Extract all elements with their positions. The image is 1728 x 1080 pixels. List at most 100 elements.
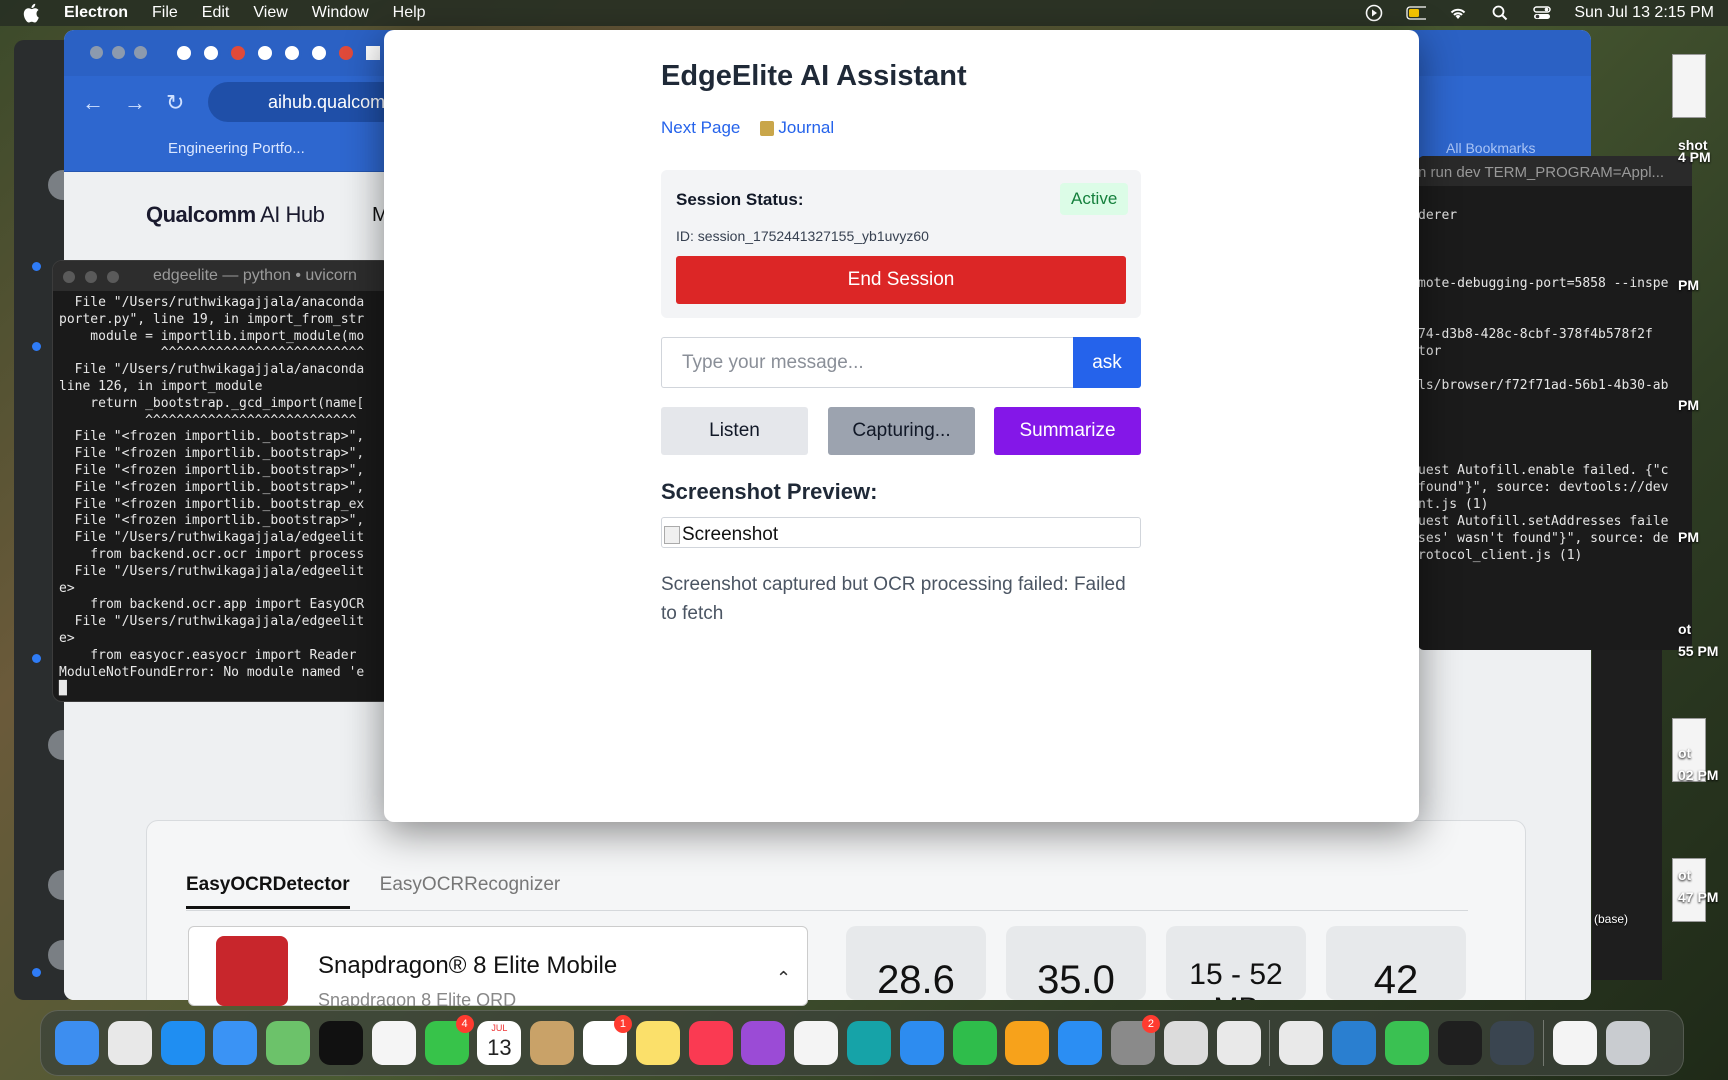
- model-tabs: EasyOCRDetector EasyOCRRecognizer: [186, 874, 560, 909]
- dock-trash-icon[interactable]: [1605, 1021, 1650, 1065]
- dock-safari-icon[interactable]: [160, 1021, 205, 1065]
- message-row: ask: [661, 337, 1141, 388]
- listen-button[interactable]: Listen: [661, 407, 808, 455]
- desktop-file-label[interactable]: PM: [1678, 396, 1699, 414]
- menu-help[interactable]: Help: [393, 4, 426, 22]
- apple-icon[interactable]: [22, 3, 44, 23]
- dock-maps-icon[interactable]: [266, 1021, 311, 1065]
- dock-notes-icon[interactable]: [635, 1021, 680, 1065]
- journal-link[interactable]: Journal: [760, 118, 834, 138]
- menu-edit[interactable]: Edit: [202, 4, 230, 22]
- summarize-button[interactable]: Summarize: [994, 407, 1141, 455]
- wifi-icon[interactable]: [1448, 5, 1468, 21]
- dock-apple-tv-icon[interactable]: [318, 1021, 363, 1065]
- metric-compute-unit: 42 NPU: [1326, 926, 1466, 1000]
- dock-mail-icon[interactable]: [213, 1021, 258, 1065]
- desktop-file-label[interactable]: PM: [1678, 528, 1699, 546]
- reload-icon[interactable]: ↻: [166, 90, 184, 116]
- dock-chrome-icon[interactable]: [1279, 1021, 1324, 1065]
- dock-contacts-icon[interactable]: [530, 1021, 575, 1065]
- dock-terminal-icon[interactable]: [1437, 1021, 1482, 1065]
- dock-documents-icon[interactable]: [1552, 1021, 1597, 1065]
- tab-easyocr-recognizer[interactable]: EasyOCRRecognizer: [380, 874, 561, 909]
- dock-pages-icon[interactable]: [1005, 1021, 1050, 1065]
- dock-electron-icon[interactable]: [1490, 1021, 1535, 1065]
- play-icon[interactable]: [1364, 4, 1384, 22]
- page-title: EdgeElite AI Assistant: [661, 60, 967, 92]
- dock: 4 JUL 13 1 2: [40, 1010, 1684, 1076]
- journal-icon: [760, 120, 775, 136]
- unread-dot: [32, 654, 41, 663]
- dock-facetime-icon[interactable]: 4: [424, 1015, 474, 1065]
- menubar-clock[interactable]: Sun Jul 13 2:15 PM: [1574, 4, 1714, 22]
- dock-podcasts-icon[interactable]: [741, 1021, 786, 1065]
- device-subtitle: Snapdragon 8 Elite QRD: [318, 990, 517, 1006]
- journal-link-label: Journal: [778, 118, 835, 137]
- qualcomm-logo[interactable]: Qualcomm AI Hub: [146, 202, 325, 228]
- search-icon[interactable]: [1490, 5, 1510, 21]
- battery-icon[interactable]: [1406, 5, 1427, 21]
- terminal-window-2[interactable]: n run dev TERM_PROGRAM=Appl... derer mot…: [1418, 156, 1692, 650]
- dock-photos-icon[interactable]: [371, 1021, 416, 1065]
- window-minimize-button[interactable]: [85, 271, 97, 283]
- desktop-file-label[interactable]: 55 PM: [1678, 642, 1718, 660]
- desktop-file-label[interactable]: (base): [1594, 910, 1628, 928]
- message-input[interactable]: [661, 337, 1073, 388]
- menu-app-name[interactable]: Electron: [64, 4, 128, 22]
- bookmark-item[interactable]: Engineering Portfo...: [168, 140, 305, 157]
- session-status-card: Session Status: Active ID: session_17524…: [661, 170, 1141, 318]
- dock-numbers-icon[interactable]: [952, 1021, 997, 1065]
- all-bookmarks[interactable]: All Bookmarks: [1446, 140, 1535, 156]
- window-close-button[interactable]: [63, 271, 75, 283]
- dock-roblox-icon[interactable]: [1163, 1021, 1208, 1065]
- capturing-button[interactable]: Capturing...: [828, 407, 975, 455]
- dock-app-store-icon[interactable]: [1058, 1021, 1103, 1065]
- terminal-window[interactable]: edgeelite — python • uvicorn File "/User…: [52, 260, 392, 702]
- tab-easyocr-detector[interactable]: EasyOCRDetector: [186, 874, 350, 909]
- pinned-tabs[interactable]: [174, 43, 383, 63]
- window-minimize-button[interactable]: [112, 46, 125, 59]
- dock-keynote-icon[interactable]: [899, 1021, 944, 1065]
- menu-file[interactable]: File: [152, 4, 178, 22]
- dock-calendar-icon[interactable]: JUL 13: [477, 1021, 522, 1065]
- ask-button[interactable]: ask: [1073, 337, 1141, 388]
- unread-dot: [32, 968, 41, 977]
- dock-news-icon[interactable]: [794, 1021, 839, 1065]
- menu-bar: Electron File Edit View Window Help Sun …: [0, 0, 1728, 26]
- next-page-link[interactable]: Next Page: [661, 118, 740, 138]
- window-close-button[interactable]: [90, 46, 103, 59]
- metric-memory: 35.0: [1006, 926, 1146, 1000]
- dock-vscode-icon[interactable]: [1331, 1021, 1376, 1065]
- dock-arduino-icon[interactable]: [846, 1021, 891, 1065]
- dock-music-icon[interactable]: [688, 1021, 733, 1065]
- phone-image: [216, 936, 288, 1006]
- desktop-file-label[interactable]: ot: [1678, 744, 1691, 762]
- code-thumbnail[interactable]: [1592, 650, 1662, 980]
- dock-messages-icon[interactable]: [1384, 1021, 1429, 1065]
- menu-view[interactable]: View: [253, 4, 287, 22]
- desktop-file-label[interactable]: 02 PM: [1678, 766, 1718, 784]
- dock-reminders-icon[interactable]: 1: [582, 1015, 632, 1065]
- desktop-file-label[interactable]: ot: [1678, 866, 1691, 884]
- window-zoom-button[interactable]: [134, 46, 147, 59]
- dock-finder-icon[interactable]: [55, 1021, 99, 1065]
- dock-iphone-mirroring-icon[interactable]: [1216, 1021, 1261, 1065]
- screenshot-thumbnail[interactable]: [1672, 54, 1706, 118]
- end-session-button[interactable]: End Session: [676, 256, 1126, 304]
- menu-window[interactable]: Window: [312, 4, 369, 22]
- terminal2-title: n run dev TERM_PROGRAM=Appl...: [1418, 156, 1692, 186]
- screenshot-preview: Screenshot: [661, 517, 1141, 548]
- dock-system-settings-icon[interactable]: 2: [1110, 1015, 1160, 1065]
- window-zoom-button[interactable]: [107, 271, 119, 283]
- dock-launchpad-icon[interactable]: [107, 1021, 152, 1065]
- control-center-icon[interactable]: [1532, 5, 1552, 21]
- terminal2-output: derer mote-debugging-port=5858 --inspe 7…: [1418, 208, 1669, 563]
- chevron-updown-icon[interactable]: ⌃: [776, 968, 791, 989]
- desktop-file-label[interactable]: ot: [1678, 620, 1691, 638]
- desktop-file-label[interactable]: 4 PM: [1678, 148, 1711, 166]
- forward-icon[interactable]: →: [124, 90, 146, 116]
- desktop-file-label[interactable]: 47 PM: [1678, 888, 1718, 906]
- desktop-file-label[interactable]: PM: [1678, 276, 1699, 294]
- back-icon[interactable]: ←: [82, 90, 104, 116]
- terminal-output: File "/Users/ruthwikagajjala/anaconda po…: [59, 295, 365, 697]
